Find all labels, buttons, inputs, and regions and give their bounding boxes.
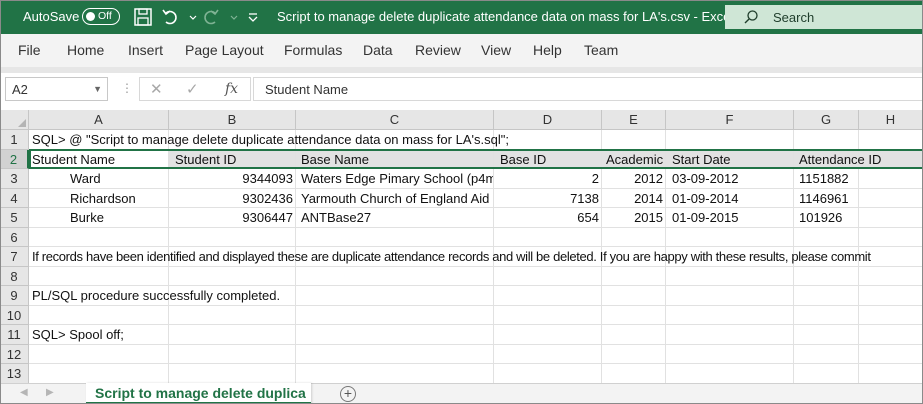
cell-b3[interactable]: 9344093 bbox=[169, 169, 293, 188]
cell-e4[interactable]: 2014 bbox=[602, 189, 663, 208]
cell-b5[interactable]: 9306447 bbox=[169, 208, 293, 227]
autosave-state: Off bbox=[98, 10, 112, 22]
gridline bbox=[29, 227, 923, 228]
customize-toolbar-icon[interactable] bbox=[242, 6, 264, 28]
tab-file[interactable]: File bbox=[18, 42, 41, 58]
gridline bbox=[29, 344, 923, 345]
sheet-tab-bar: ◀ ▶ Script to manage delete duplica + bbox=[0, 383, 923, 404]
cell-c4[interactable]: Yarmouth Church of England Aid bbox=[301, 189, 493, 208]
cell-g5[interactable]: 101926 bbox=[799, 208, 842, 227]
cell-g4[interactable]: 1146961 bbox=[799, 189, 849, 208]
column-header-f[interactable]: F bbox=[666, 110, 794, 130]
column-header-b[interactable]: B bbox=[169, 110, 296, 130]
column-header-g[interactable]: G bbox=[794, 110, 859, 130]
column-header-d[interactable]: D bbox=[494, 110, 602, 130]
cell-e3[interactable]: 2012 bbox=[602, 169, 663, 188]
insert-function-icon[interactable]: fx bbox=[225, 81, 238, 97]
tab-data[interactable]: Data bbox=[363, 42, 393, 58]
select-all-icon bbox=[18, 119, 26, 127]
enter-icon[interactable]: ✓ bbox=[186, 80, 199, 98]
row-header-13[interactable]: 13 bbox=[0, 364, 29, 383]
ribbon-tabs: File Home Insert Page Layout Formulas Da… bbox=[0, 34, 923, 67]
next-sheet-icon[interactable]: ▶ bbox=[46, 387, 54, 398]
sheet-tab-active[interactable]: Script to manage delete duplica bbox=[86, 383, 311, 404]
tab-team[interactable]: Team bbox=[584, 42, 618, 58]
autosave-label: AutoSave bbox=[23, 9, 80, 24]
drag-handle-icon[interactable]: ⋮ bbox=[121, 81, 133, 95]
selection-border bbox=[29, 149, 923, 169]
chevron-down-icon[interactable]: ▼ bbox=[93, 84, 102, 94]
search-box[interactable]: Search bbox=[725, 5, 923, 29]
tab-home[interactable]: Home bbox=[67, 42, 104, 58]
column-header-c[interactable]: C bbox=[296, 110, 494, 130]
cell-d4[interactable]: 7138 bbox=[494, 189, 599, 208]
row-header-6[interactable]: 6 bbox=[0, 228, 29, 247]
prev-sheet-icon[interactable]: ◀ bbox=[20, 387, 28, 398]
tab-help[interactable]: Help bbox=[533, 42, 562, 58]
redo-icon[interactable] bbox=[199, 6, 221, 28]
formula-input[interactable]: Student Name bbox=[253, 77, 923, 101]
cell-c3[interactable]: Waters Edge Pimary School (p4m bbox=[301, 169, 493, 188]
row-header-10[interactable]: 10 bbox=[0, 306, 29, 325]
row-header-2[interactable]: 2 bbox=[0, 150, 29, 169]
column-header-e[interactable]: E bbox=[602, 110, 666, 130]
row-header-4[interactable]: 4 bbox=[0, 189, 29, 208]
search-icon bbox=[744, 10, 758, 24]
row-header-12[interactable]: 12 bbox=[0, 345, 29, 364]
row-header-9[interactable]: 9 bbox=[0, 286, 29, 306]
gridline bbox=[29, 363, 923, 364]
name-box-value: A2 bbox=[12, 82, 28, 97]
row-header-5[interactable]: 5 bbox=[0, 208, 29, 228]
cell-e5[interactable]: 2015 bbox=[602, 208, 663, 227]
gridline bbox=[29, 324, 923, 325]
tab-page-layout[interactable]: Page Layout bbox=[185, 42, 264, 58]
name-box[interactable]: A2 ▼ bbox=[5, 77, 108, 101]
cell-a9[interactable]: PL/SQL procedure successfully completed. bbox=[32, 286, 280, 305]
cell-a1[interactable]: SQL> @ "Script to manage delete duplicat… bbox=[32, 130, 509, 149]
sheet-tab-label: Script to manage delete duplica bbox=[95, 385, 306, 401]
cell-d3[interactable]: 2 bbox=[494, 169, 599, 188]
add-sheet-icon[interactable]: + bbox=[340, 386, 356, 402]
cell-a11[interactable]: SQL> Spool off; bbox=[32, 325, 124, 344]
cell-a5[interactable]: Burke bbox=[70, 208, 104, 227]
row-header-1[interactable]: 1 bbox=[0, 130, 29, 150]
save-icon[interactable] bbox=[132, 6, 154, 28]
formula-bar: A2 ▼ ⋮ ✕ ✓ fx Student Name bbox=[0, 73, 923, 108]
tab-formulas[interactable]: Formulas bbox=[284, 42, 342, 58]
undo-icon[interactable] bbox=[160, 6, 182, 28]
spreadsheet-grid[interactable]: A B C D E F G H 1 2 3 4 5 6 7 8 9 10 11 … bbox=[0, 110, 923, 383]
tab-view[interactable]: View bbox=[481, 42, 511, 58]
tab-insert[interactable]: Insert bbox=[128, 42, 163, 58]
select-all-button[interactable] bbox=[0, 110, 29, 130]
row-header-7[interactable]: 7 bbox=[0, 247, 29, 267]
cell-f5[interactable]: 01-09-2015 bbox=[672, 208, 739, 227]
gridline bbox=[29, 266, 923, 267]
tab-review[interactable]: Review bbox=[415, 42, 461, 58]
cancel-icon[interactable]: ✕ bbox=[150, 80, 163, 98]
document-title: Script to manage delete duplicate attend… bbox=[277, 9, 734, 24]
toggle-knob bbox=[86, 11, 95, 21]
formula-buttons: ✕ ✓ fx bbox=[139, 77, 251, 101]
row-header-3[interactable]: 3 bbox=[0, 169, 29, 189]
formula-value: Student Name bbox=[265, 82, 349, 97]
cell-a3[interactable]: Ward bbox=[70, 169, 101, 188]
cell-d5[interactable]: 654 bbox=[494, 208, 599, 227]
cell-a7[interactable]: If records have been identified and disp… bbox=[32, 247, 923, 266]
row-header-11[interactable]: 11 bbox=[0, 325, 29, 345]
cell-a4[interactable]: Richardson bbox=[70, 189, 136, 208]
column-header-h[interactable]: H bbox=[859, 110, 923, 130]
gridline bbox=[29, 305, 923, 306]
search-placeholder: Search bbox=[773, 10, 815, 25]
cell-f4[interactable]: 01-09-2014 bbox=[672, 189, 739, 208]
row-header-8[interactable]: 8 bbox=[0, 267, 29, 286]
title-bar: AutoSave Off Script to manage delete dup… bbox=[0, 0, 923, 34]
cell-g3[interactable]: 1151882 bbox=[799, 169, 849, 188]
cell-f3[interactable]: 03-09-2012 bbox=[672, 169, 739, 188]
column-header-a[interactable]: A bbox=[29, 110, 169, 130]
autosave-toggle[interactable]: Off bbox=[82, 8, 120, 25]
cell-c5[interactable]: ANTBase27 bbox=[301, 208, 371, 227]
cell-b4[interactable]: 9302436 bbox=[169, 189, 293, 208]
